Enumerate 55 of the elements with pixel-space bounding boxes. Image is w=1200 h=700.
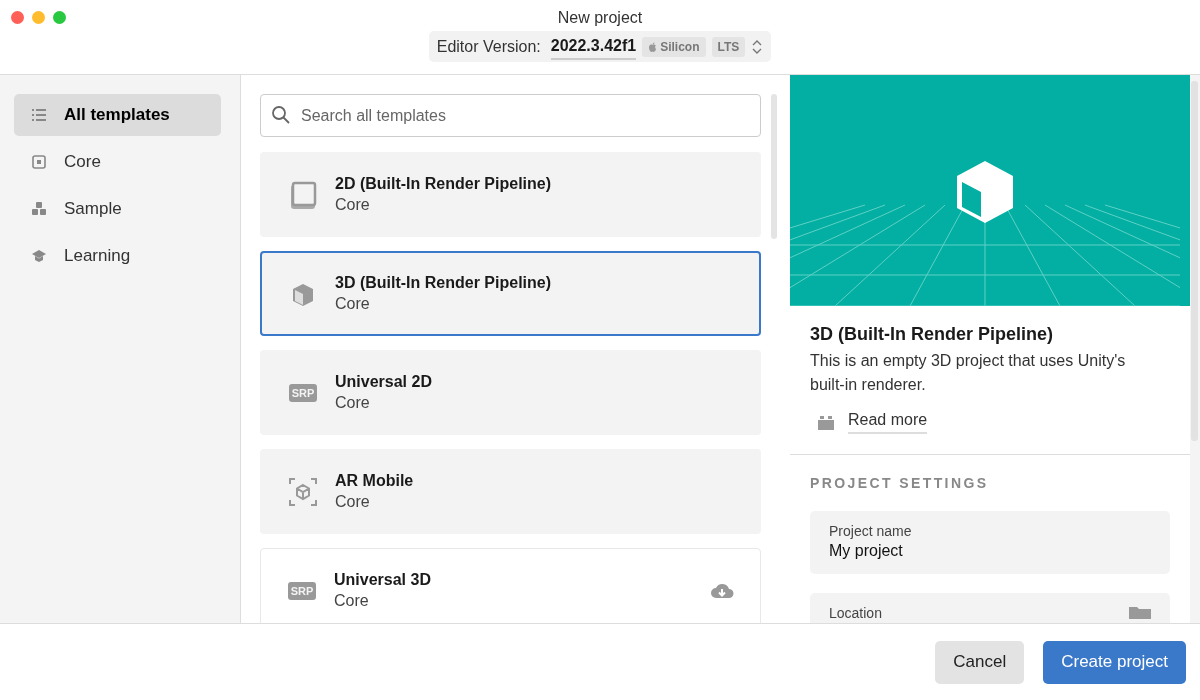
template-card[interactable]: AR Mobile Core <box>260 449 761 534</box>
graduation-cap-icon <box>32 249 46 263</box>
apple-icon <box>648 41 658 52</box>
folder-icon <box>1129 605 1151 621</box>
ar-cube-icon <box>289 477 317 506</box>
scrollbar[interactable] <box>1191 81 1198 441</box>
square-icon <box>32 155 46 169</box>
window-title: New project <box>557 9 643 27</box>
scrollbar[interactable] <box>771 94 777 239</box>
list-icon <box>32 108 46 122</box>
template-title: Universal 2D <box>335 373 433 391</box>
template-title: 2D (Built-In Render Pipeline) <box>335 175 552 193</box>
cloud-download-icon <box>710 582 734 599</box>
sidebar-item[interactable]: All templates <box>14 94 221 136</box>
template-category: Core <box>335 196 371 214</box>
template-category: Core <box>334 592 370 610</box>
template-card[interactable]: 3D (Built-In Render Pipeline) Core <box>260 251 761 336</box>
editor-version-selector[interactable]: Editor Version: 2022.3.42f1 Silicon LTS <box>428 31 772 62</box>
sidebar-item[interactable]: Learning <box>14 235 221 277</box>
template-category: Core <box>335 394 371 412</box>
field-label: Location <box>829 605 883 621</box>
template-category: Core <box>335 295 371 313</box>
srp-icon: SRP <box>288 581 316 600</box>
section-heading: PROJECT SETTINGS <box>810 475 990 491</box>
window-control-button[interactable] <box>32 11 45 24</box>
blocks-icon <box>32 202 46 216</box>
sidebar-item[interactable]: Core <box>14 141 221 183</box>
read-more-link[interactable]: Read more <box>848 411 928 434</box>
version-label: Editor Version: <box>436 37 541 56</box>
badge-text: LTS <box>717 39 740 54</box>
window-control-button[interactable] <box>11 11 24 24</box>
version-value: 2022.3.42f1 <box>550 33 637 60</box>
template-title: Universal 3D <box>334 571 432 589</box>
cancel-button[interactable]: Cancel <box>935 640 1025 684</box>
input-field[interactable]: Location <box>810 593 1170 623</box>
field-value: My project <box>829 542 904 560</box>
input-field[interactable]: Project name My project <box>810 511 1170 574</box>
template-card[interactable]: SRP Universal 2D Core <box>260 350 761 435</box>
template-title: 3D (Built-In Render Pipeline) <box>335 274 552 292</box>
template-card[interactable]: 2D (Built-In Render Pipeline) Core <box>260 152 761 237</box>
template-name: 3D (Built-In Render Pipeline) <box>810 324 1055 345</box>
template-description: This is an empty 3D project that uses Unity's built-in renderer. <box>810 351 1127 395</box>
badge-text: Silicon <box>660 39 700 54</box>
search-icon <box>271 105 291 125</box>
sidebar-item[interactable]: Sample <box>14 188 221 230</box>
srp-icon: SRP <box>289 383 317 402</box>
square-icon <box>289 180 317 209</box>
template-card[interactable]: SRP Universal 3D Core <box>260 548 761 623</box>
box-icon <box>818 415 834 430</box>
template-title: AR Mobile <box>335 472 415 490</box>
window-control-button[interactable] <box>53 11 66 24</box>
template-category: Core <box>335 493 371 511</box>
search-field[interactable]: Search all templates <box>260 94 761 137</box>
create-project-button[interactable]: Create project <box>1043 640 1186 684</box>
field-label: Project name <box>829 523 913 539</box>
